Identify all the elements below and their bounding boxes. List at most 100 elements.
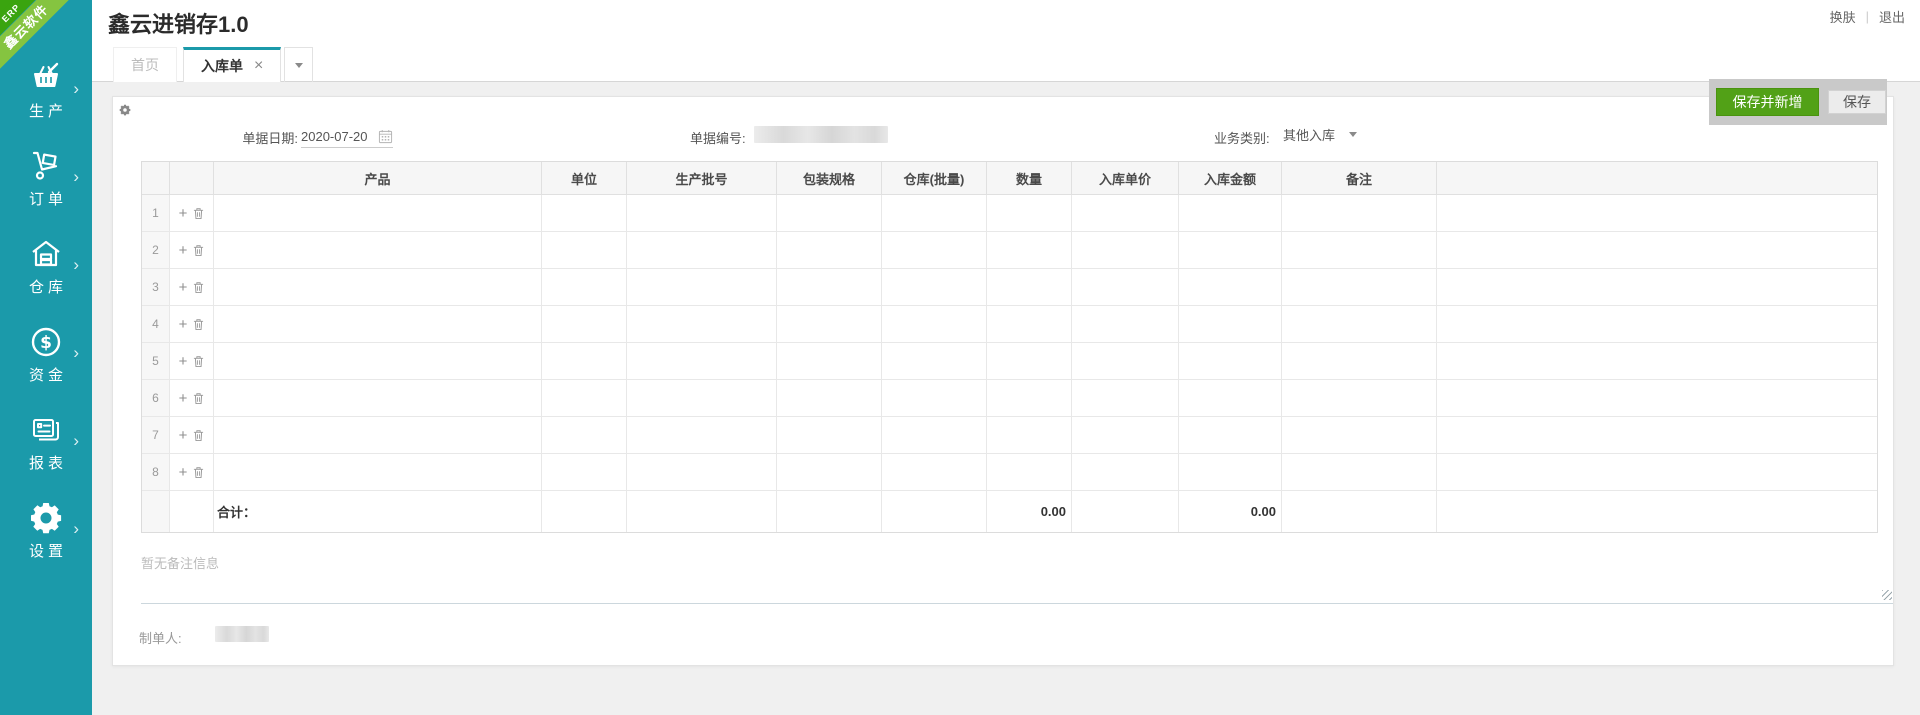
cell-product[interactable]: [214, 306, 542, 343]
business-type-select[interactable]: 其他入库: [1283, 125, 1357, 144]
add-row-icon[interactable]: +: [179, 391, 188, 406]
doc-date-field[interactable]: 2020-07-20: [301, 125, 393, 148]
cell-pack-spec[interactable]: [777, 343, 882, 380]
cell-remark[interactable]: [1282, 306, 1437, 343]
cell-unit[interactable]: [542, 195, 627, 232]
cell-warehouse[interactable]: [882, 232, 987, 269]
cell-batch-no[interactable]: [627, 232, 777, 269]
cell-pack-spec[interactable]: [777, 306, 882, 343]
cell-remark[interactable]: [1282, 269, 1437, 306]
cell-quantity[interactable]: [987, 380, 1072, 417]
cell-pack-spec[interactable]: [777, 195, 882, 232]
cell-batch-no[interactable]: [627, 195, 777, 232]
cell-batch-no[interactable]: [627, 306, 777, 343]
cell-remark[interactable]: [1282, 195, 1437, 232]
cell-amount[interactable]: [1179, 306, 1282, 343]
logout-link[interactable]: 退出: [1879, 7, 1905, 26]
cell-unit[interactable]: [542, 306, 627, 343]
delete-row-icon[interactable]: [193, 355, 204, 368]
cell-unit[interactable]: [542, 269, 627, 306]
sidebar-item-设置[interactable]: 设置 ›: [0, 486, 92, 574]
calendar-icon[interactable]: [378, 129, 393, 144]
cell-unit-price[interactable]: [1072, 232, 1179, 269]
cell-product[interactable]: [214, 232, 542, 269]
cell-quantity[interactable]: [987, 454, 1072, 491]
cell-remark[interactable]: [1282, 454, 1437, 491]
cell-amount[interactable]: [1179, 454, 1282, 491]
cell-remark[interactable]: [1282, 232, 1437, 269]
add-row-icon[interactable]: +: [179, 243, 188, 258]
cell-product[interactable]: [214, 195, 542, 232]
cell-unit-price[interactable]: [1072, 417, 1179, 454]
cell-warehouse[interactable]: [882, 417, 987, 454]
delete-row-icon[interactable]: [193, 429, 204, 442]
cell-unit[interactable]: [542, 232, 627, 269]
cell-amount[interactable]: [1179, 343, 1282, 380]
cell-pack-spec[interactable]: [777, 454, 882, 491]
delete-row-icon[interactable]: [193, 207, 204, 220]
delete-row-icon[interactable]: [193, 281, 204, 294]
cell-batch-no[interactable]: [627, 417, 777, 454]
delete-row-icon[interactable]: [193, 318, 204, 331]
cell-unit-price[interactable]: [1072, 306, 1179, 343]
cell-unit-price[interactable]: [1072, 269, 1179, 306]
tab-inbound-order[interactable]: 入库单 ×: [183, 47, 281, 82]
cell-product[interactable]: [214, 343, 542, 380]
save-and-new-button[interactable]: 保存并新增: [1716, 88, 1819, 116]
sidebar-item-订单[interactable]: 订单 ›: [0, 134, 92, 222]
close-tab-icon[interactable]: ×: [254, 58, 263, 74]
panel-gear-icon[interactable]: [119, 103, 131, 115]
change-skin-link[interactable]: 换肤: [1830, 7, 1856, 26]
save-button[interactable]: 保存: [1828, 90, 1886, 114]
cell-product[interactable]: [214, 380, 542, 417]
delete-row-icon[interactable]: [193, 466, 204, 479]
cell-amount[interactable]: [1179, 269, 1282, 306]
cell-unit-price[interactable]: [1072, 343, 1179, 380]
remarks-textarea[interactable]: 暂无备注信息: [141, 546, 1893, 604]
cell-warehouse[interactable]: [882, 269, 987, 306]
cell-quantity[interactable]: [987, 269, 1072, 306]
cell-amount[interactable]: [1179, 380, 1282, 417]
cell-remark[interactable]: [1282, 343, 1437, 380]
add-row-icon[interactable]: +: [179, 317, 188, 332]
cell-warehouse[interactable]: [882, 195, 987, 232]
cell-quantity[interactable]: [987, 195, 1072, 232]
delete-row-icon[interactable]: [193, 244, 204, 257]
cell-batch-no[interactable]: [627, 269, 777, 306]
delete-row-icon[interactable]: [193, 392, 204, 405]
cell-unit-price[interactable]: [1072, 195, 1179, 232]
cell-remark[interactable]: [1282, 380, 1437, 417]
cell-unit[interactable]: [542, 380, 627, 417]
tab-overflow-button[interactable]: [284, 47, 313, 82]
add-row-icon[interactable]: +: [179, 428, 188, 443]
cell-unit[interactable]: [542, 343, 627, 380]
cell-amount[interactable]: [1179, 417, 1282, 454]
cell-quantity[interactable]: [987, 417, 1072, 454]
tab-home[interactable]: 首页: [113, 47, 177, 82]
cell-pack-spec[interactable]: [777, 269, 882, 306]
cell-unit-price[interactable]: [1072, 380, 1179, 417]
cell-remark[interactable]: [1282, 417, 1437, 454]
cell-unit[interactable]: [542, 417, 627, 454]
add-row-icon[interactable]: +: [179, 280, 188, 295]
cell-unit-price[interactable]: [1072, 454, 1179, 491]
cell-batch-no[interactable]: [627, 343, 777, 380]
sidebar-item-报表[interactable]: 报表 ›: [0, 398, 92, 486]
cell-product[interactable]: [214, 417, 542, 454]
cell-unit[interactable]: [542, 454, 627, 491]
resize-grip-icon[interactable]: [1882, 590, 1892, 600]
cell-quantity[interactable]: [987, 306, 1072, 343]
cell-warehouse[interactable]: [882, 343, 987, 380]
cell-batch-no[interactable]: [627, 454, 777, 491]
cell-pack-spec[interactable]: [777, 417, 882, 454]
cell-amount[interactable]: [1179, 232, 1282, 269]
add-row-icon[interactable]: +: [179, 465, 188, 480]
cell-batch-no[interactable]: [627, 380, 777, 417]
cell-product[interactable]: [214, 269, 542, 306]
cell-pack-spec[interactable]: [777, 380, 882, 417]
cell-product[interactable]: [214, 454, 542, 491]
cell-pack-spec[interactable]: [777, 232, 882, 269]
add-row-icon[interactable]: +: [179, 354, 188, 369]
cell-quantity[interactable]: [987, 232, 1072, 269]
cell-warehouse[interactable]: [882, 454, 987, 491]
